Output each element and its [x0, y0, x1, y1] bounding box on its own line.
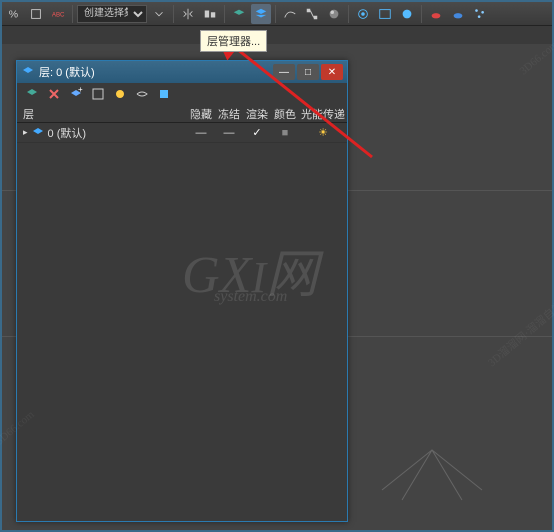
svg-text:ABC: ABC	[52, 11, 65, 18]
dropdown-arrow-icon[interactable]	[149, 4, 169, 24]
layer-manager-icon[interactable]	[251, 4, 271, 24]
layer-color-cell[interactable]: ■	[271, 127, 299, 139]
layer-new-icon[interactable]	[229, 4, 249, 24]
layer-hide-cell[interactable]: —	[187, 127, 215, 139]
layer-freeze-cell[interactable]: —	[215, 127, 243, 139]
panel-title: 层: 0 (默认)	[39, 64, 271, 80]
panel-titlebar[interactable]: 层: 0 (默认) — □ ✕	[17, 61, 347, 83]
maximize-button[interactable]: □	[297, 64, 319, 80]
schematic-icon[interactable]	[302, 4, 322, 24]
material-icon[interactable]	[324, 4, 344, 24]
delete-layer-icon[interactable]	[45, 85, 63, 103]
highlight-layer-icon[interactable]	[111, 85, 129, 103]
curve-editor-icon[interactable]	[280, 4, 300, 24]
layer-name: 0 (默认)	[48, 125, 87, 141]
add-to-layer-icon[interactable]: +	[67, 85, 85, 103]
panel-column-header: 层 隐藏 冻结 渲染 颜色 光能传递	[17, 105, 347, 123]
grid-perspective	[372, 390, 492, 510]
main-toolbar: % ABC 创建选择集	[2, 2, 552, 26]
selection-set-dropdown[interactable]: 创建选择集	[77, 5, 147, 23]
col-name-header[interactable]: 层	[17, 106, 187, 122]
panel-app-icon	[21, 65, 35, 79]
hide-layer-icon[interactable]	[133, 85, 151, 103]
layer-row[interactable]: ▸ 0 (默认) — — ✓ ■ ☀	[17, 123, 347, 143]
col-hide-header[interactable]: 隐藏	[187, 106, 215, 122]
col-color-header[interactable]: 颜色	[271, 106, 299, 122]
render-frame-icon[interactable]	[375, 4, 395, 24]
teapot-blue-icon[interactable]	[448, 4, 468, 24]
minimize-button[interactable]: —	[273, 64, 295, 80]
svg-text:%: %	[9, 8, 18, 20]
layer-manager-panel: 层: 0 (默认) — □ ✕ + 层 隐藏 冻结 渲染 颜色 光能传递 ▸ 0…	[16, 60, 348, 522]
render-icon[interactable]	[397, 4, 417, 24]
col-freeze-header[interactable]: 冻结	[215, 106, 243, 122]
particles-icon[interactable]	[470, 4, 490, 24]
mirror-icon[interactable]	[178, 4, 198, 24]
layer-render-cell[interactable]: ✓	[243, 126, 271, 139]
select-layer-icon[interactable]	[89, 85, 107, 103]
snap-icon[interactable]	[26, 4, 46, 24]
percent-icon[interactable]: %	[4, 4, 24, 24]
layer-icon	[32, 127, 44, 139]
expand-icon[interactable]: ▸	[23, 127, 28, 138]
panel-toolbar: +	[17, 83, 347, 105]
layer-manager-tooltip: 层管理器...	[200, 30, 267, 52]
render-setup-icon[interactable]	[353, 4, 373, 24]
svg-text:+: +	[78, 87, 83, 94]
align-icon[interactable]	[200, 4, 220, 24]
layer-props-icon[interactable]	[155, 85, 173, 103]
close-button[interactable]: ✕	[321, 64, 343, 80]
layer-radiosity-cell[interactable]: ☀	[299, 126, 347, 139]
panel-body[interactable]: ▸ 0 (默认) — — ✓ ■ ☀	[17, 123, 347, 521]
col-radiosity-header[interactable]: 光能传递	[299, 106, 347, 122]
teapot-red-icon[interactable]	[426, 4, 446, 24]
col-render-header[interactable]: 渲染	[243, 106, 271, 122]
new-layer-icon[interactable]	[23, 85, 41, 103]
abc-icon[interactable]: ABC	[48, 4, 68, 24]
